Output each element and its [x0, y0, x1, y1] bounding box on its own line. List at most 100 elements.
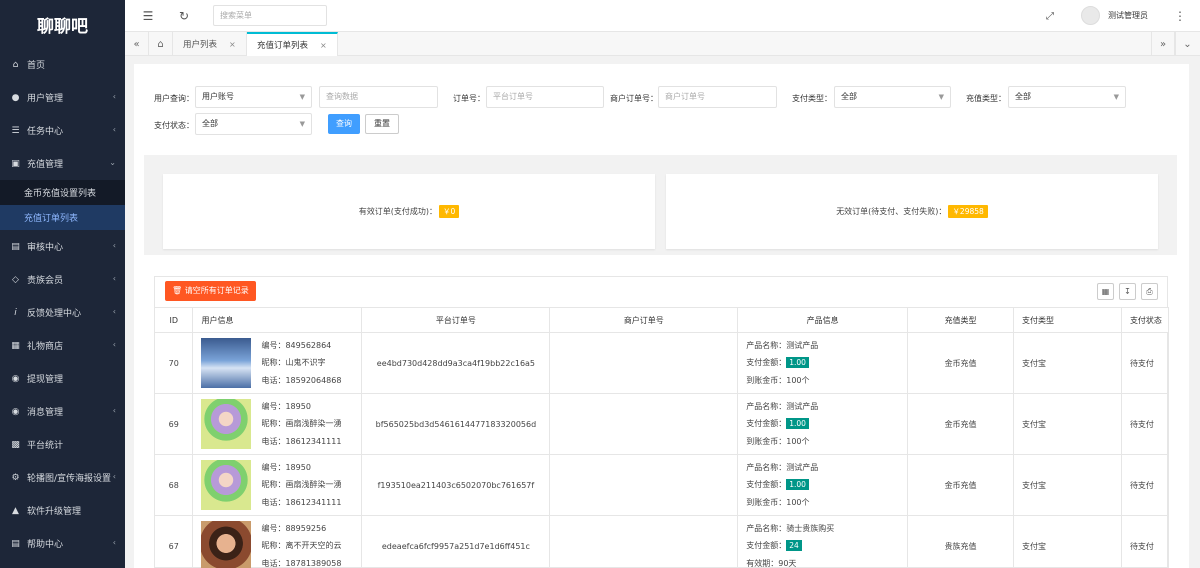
tab-user-list[interactable]: 用户列表 × [173, 32, 247, 56]
sidebar-item-audit[interactable]: ▤ 审核中心 ‹ [0, 230, 125, 263]
cell-id: 68 [155, 454, 194, 516]
menu-collapse-icon[interactable]: ☰ [141, 9, 155, 23]
sidebar-item-banner[interactable]: ⚙ 轮播图/宣传海报设置 ‹ [0, 461, 125, 494]
pay-type-label: 支付类型： [792, 94, 832, 103]
user-nick: 昵称：山鬼不识字 [261, 358, 326, 368]
table-row[interactable]: 69 编号：18950 昵称：画扇浅醉染一湧 电话：18612341111 bf56… [155, 393, 1170, 455]
tabs-scroll-left-icon[interactable]: « [125, 32, 149, 56]
cell-merchant-order [549, 332, 739, 394]
cell-recharge-type: 金币充值 [907, 454, 1015, 516]
user-nick: 昵称：画扇浅醉染一湧 [261, 480, 342, 490]
user-avatar-image [201, 338, 252, 388]
sidebar-item-label: 平台统计 [27, 441, 64, 451]
user-phone: 电话：18592064868 [261, 375, 342, 385]
columns-filter-icon[interactable]: ▦ [1097, 283, 1114, 300]
col-header-user[interactable]: 用户信息 [192, 307, 363, 333]
reset-button[interactable]: 重置 [365, 114, 399, 134]
cell-user: 编号：88959256 昵称：离不开天空的云 电话：18781389058 [192, 515, 363, 568]
pay-status-select[interactable]: 全部 ▼ [195, 113, 312, 135]
user-phone: 电话：18612341111 [261, 436, 342, 446]
cell-recharge-type: 金币充值 [907, 332, 1015, 394]
cell-merchant-order [549, 515, 739, 568]
sidebar-item-help[interactable]: ▤ 帮助中心 ‹ [0, 527, 125, 560]
table-row[interactable]: 68 编号：18950 昵称：画扇浅醉染一湧 电话：18612341111 f193… [155, 454, 1170, 516]
col-header-merchant-order[interactable]: 商户订单号 [549, 307, 739, 333]
pay-amount-badge: 1.00 [786, 479, 809, 491]
close-icon[interactable]: × [320, 41, 327, 50]
close-icon[interactable]: × [229, 40, 236, 49]
order-no-input[interactable]: 平台订单号 [486, 86, 604, 108]
sidebar-subitem-coin-settings[interactable]: 金币充值设置列表 [0, 180, 125, 205]
pay-amount-badge: 24 [786, 540, 802, 552]
tab-label: 用户列表 [183, 40, 218, 50]
col-header-id[interactable]: ID [155, 307, 194, 333]
fullscreen-icon[interactable]: ⤢ [1043, 9, 1057, 23]
user-menu[interactable]: 测试管理员 [1081, 6, 1148, 25]
sidebar-item-label: 软件升级管理 [27, 507, 82, 517]
query-button[interactable]: 查询 [328, 114, 360, 134]
refresh-icon[interactable]: ↻ [177, 9, 191, 23]
print-icon[interactable]: ⎙ [1141, 283, 1158, 300]
tab-recharge-orders[interactable]: 充值订单列表 × [247, 32, 338, 56]
export-icon[interactable]: ↧ [1119, 283, 1136, 300]
cell-product: 产品名称：骑士贵族购买 支付金额： 24 有效期：90天 [737, 515, 909, 568]
sidebar-item-upgrade[interactable]: ▲ 软件升级管理 [0, 494, 125, 527]
pay-type-select[interactable]: 全部 ▼ [834, 86, 951, 108]
more-vertical-icon[interactable]: ⋮ [1173, 9, 1187, 23]
tabs-scroll-right-icon[interactable]: » [1151, 32, 1175, 56]
clear-orders-button[interactable]: 🗑 请空所有订单记录 [165, 281, 256, 301]
cell-pay-type: 支付宝 [1013, 332, 1122, 394]
user-query-select[interactable]: 用户账号 ▼ [195, 86, 312, 108]
user-phone: 电话：18781389058 [261, 558, 342, 568]
cell-merchant-order [549, 393, 739, 455]
list-icon: ☰ [11, 125, 20, 136]
cell-product: 产品名称：测试产品 支付金额： 1.00 到账金币：100个 [737, 454, 909, 516]
upgrade-icon: ▲ [12, 505, 19, 516]
sidebar-item-feedback[interactable]: i 反馈处理中心 ‹ [0, 296, 125, 329]
cell-id: 67 [155, 515, 194, 568]
valid-orders-label: 有效订单(支付成功)： [358, 207, 437, 216]
sidebar-item-label: 消息管理 [27, 408, 64, 418]
table-row[interactable]: 67 编号：88959256 昵称：离不开天空的云 电话：18781389058 e… [155, 515, 1170, 568]
sidebar-item-withdraw[interactable]: ◉ 提现管理 [0, 362, 125, 395]
table-row[interactable]: 70 编号：849562864 昵称：山鬼不识字 电话：18592064868 ee… [155, 332, 1170, 394]
home-tab-icon[interactable]: ⌂ [149, 32, 173, 56]
col-header-pay-status[interactable]: 支付状态 [1121, 307, 1170, 333]
col-header-pay-type[interactable]: 支付类型 [1013, 307, 1122, 333]
home-icon: ⌂ [12, 59, 19, 70]
recharge-type-select[interactable]: 全部 ▼ [1008, 86, 1126, 108]
cell-id: 70 [155, 332, 194, 394]
sidebar-item-messages[interactable]: ◉ 消息管理 ‹ [0, 395, 125, 428]
caret-down-icon: ▼ [938, 93, 944, 101]
col-header-recharge-type[interactable]: 充值类型 [907, 307, 1015, 333]
col-header-platform-order[interactable]: 平台订单号 [361, 307, 551, 333]
sidebar-item-vip[interactable]: ◇ 贵族会员 ‹ [0, 263, 125, 296]
recharge-type-label: 充值类型： [966, 94, 1006, 103]
search-menu-input[interactable]: 搜索菜单 [213, 5, 327, 26]
top-bar: ☰ ↻ 搜索菜单 ⤢ 测试管理员 ⋮ [125, 0, 1200, 32]
app-logo: 聊聊吧 [37, 16, 88, 37]
cell-merchant-order [549, 454, 739, 516]
cell-recharge-type: 金币充值 [907, 393, 1015, 455]
user-query-input[interactable]: 查询数据 [319, 86, 438, 108]
cell-product: 产品名称：测试产品 支付金额： 1.00 到账金币：100个 [737, 332, 909, 394]
merchant-no-input[interactable]: 商户订单号 [658, 86, 777, 108]
sidebar-item-gift-shop[interactable]: ▦ 礼物商店 ‹ [0, 329, 125, 362]
chevron-left-icon: ‹ [112, 241, 116, 250]
user-icon: ● [11, 92, 20, 103]
chevron-left-icon: ‹ [112, 472, 116, 481]
cell-id: 69 [155, 393, 194, 455]
user-avatar-image [201, 460, 252, 510]
clear-orders-label: 请空所有订单记录 [184, 286, 249, 295]
sidebar-subitem-recharge-orders[interactable]: 充值订单列表 [0, 205, 125, 230]
invalid-orders-label: 无效订单(待支付、支付失败)： [836, 207, 947, 216]
chevron-left-icon: ‹ [112, 406, 116, 415]
sidebar-item-users[interactable]: ● 用户管理 ‹ [0, 81, 125, 114]
sidebar-item-tasks[interactable]: ☰ 任务中心 ‹ [0, 114, 125, 147]
sidebar-item-stats[interactable]: ▩ 平台统计 [0, 428, 125, 461]
col-header-product[interactable]: 产品信息 [737, 307, 909, 333]
cell-pay-status: 待支付 [1121, 332, 1170, 394]
sidebar-item-recharge[interactable]: ▣ 充值管理 ⌄ [0, 147, 125, 180]
sidebar-item-home[interactable]: ⌂ 首页 [0, 48, 125, 81]
chevron-down-icon[interactable]: ⌄ [1175, 32, 1199, 56]
